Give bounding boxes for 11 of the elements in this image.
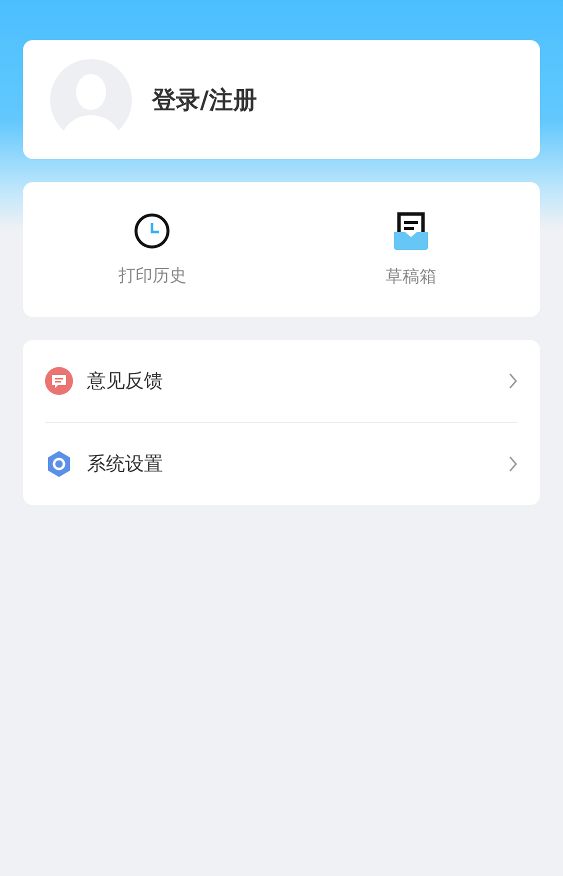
menu-item-label[interactable]: 意见反馈 — [87, 368, 494, 394]
menu-item-label[interactable]: 系统设置 — [87, 451, 494, 477]
chevron-right-icon — [508, 372, 518, 390]
shortcut-label[interactable]: 草稿箱 — [385, 265, 436, 288]
login-link[interactable]: 登录/注册 — [152, 84, 257, 116]
clock-icon — [133, 212, 172, 250]
settings-icon — [45, 450, 73, 478]
chevron-right-icon — [508, 455, 518, 473]
message-icon — [45, 367, 73, 395]
inbox-icon — [392, 211, 429, 251]
shortcut-label[interactable]: 打印历史 — [118, 264, 186, 287]
